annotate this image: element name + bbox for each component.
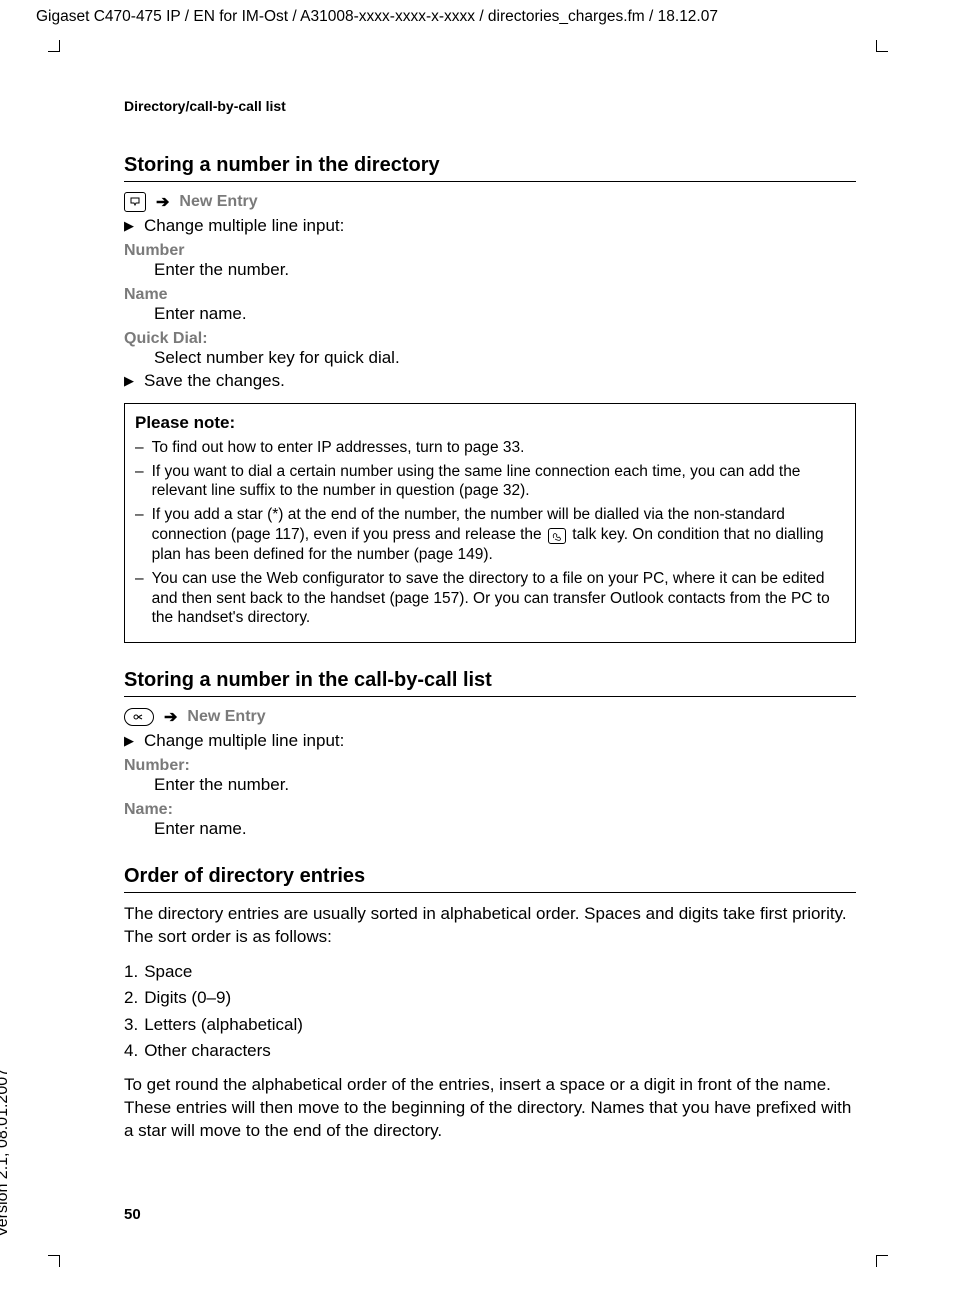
triangle-bullet-icon: ▶ — [124, 218, 134, 234]
page-number: 50 — [124, 1206, 141, 1223]
field-label-number: Number — [124, 242, 856, 260]
note-item: –You can use the Web configurator to sav… — [135, 569, 845, 628]
note-item: –If you want to dial a certain number us… — [135, 462, 845, 502]
nav-new-entry: New Entry — [179, 193, 257, 211]
list-item: 4.Other characters — [124, 1038, 856, 1064]
field-label-quickdial: Quick Dial: — [124, 330, 856, 348]
list-item: 3.Letters (alphabetical) — [124, 1012, 856, 1038]
triangle-bullet-icon: ▶ — [124, 373, 134, 389]
heading-storing-directory: Storing a number in the directory — [124, 154, 856, 182]
step-text: Save the changes. — [144, 371, 285, 391]
crop-mark — [48, 1255, 60, 1267]
note-title: Please note: — [135, 412, 845, 434]
list-item: 2.Digits (0–9) — [124, 985, 856, 1011]
crop-mark — [48, 40, 60, 52]
arrow-right-icon: ➔ — [156, 192, 169, 212]
heading-storing-callbycall: Storing a number in the call-by-call lis… — [124, 669, 856, 697]
field-desc: Enter name. — [154, 819, 856, 839]
arrow-right-icon: ➔ — [164, 707, 177, 727]
paragraph: The directory entries are usually sorted… — [124, 903, 856, 949]
talk-key-icon — [548, 528, 566, 544]
nav-new-entry: New Entry — [187, 708, 265, 726]
field-desc: Select number key for quick dial. — [154, 348, 856, 368]
list-item: 1.Space — [124, 959, 856, 985]
version-text: Version 2.1, 08.01.2007 — [0, 1068, 12, 1237]
field-label-number: Number: — [124, 757, 856, 775]
field-desc: Enter the number. — [154, 260, 856, 280]
crop-mark — [876, 40, 888, 52]
directory-key-icon — [124, 192, 146, 212]
document-path: Gigaset C470-475 IP / EN for IM-Ost / A3… — [36, 8, 718, 26]
crop-mark — [876, 1255, 888, 1267]
field-desc: Enter the number. — [154, 775, 856, 795]
triangle-bullet-icon: ▶ — [124, 733, 134, 749]
step-text: Change multiple line input: — [144, 731, 344, 751]
note-box: Please note: –To find out how to enter I… — [124, 403, 856, 643]
running-head: Directory/call-by-call list — [124, 98, 856, 114]
field-desc: Enter name. — [154, 304, 856, 324]
step-text: Change multiple line input: — [144, 216, 344, 236]
field-label-name: Name: — [124, 801, 856, 819]
note-item: –To find out how to enter IP addresses, … — [135, 438, 845, 458]
callbycall-key-icon — [124, 708, 154, 726]
note-item: –If you add a star (*) at the end of the… — [135, 505, 845, 564]
field-label-name: Name — [124, 286, 856, 304]
paragraph: To get round the alphabetical order of t… — [124, 1074, 856, 1143]
ordered-list: 1.Space2.Digits (0–9)3.Letters (alphabet… — [124, 959, 856, 1064]
heading-order-entries: Order of directory entries — [124, 865, 856, 893]
